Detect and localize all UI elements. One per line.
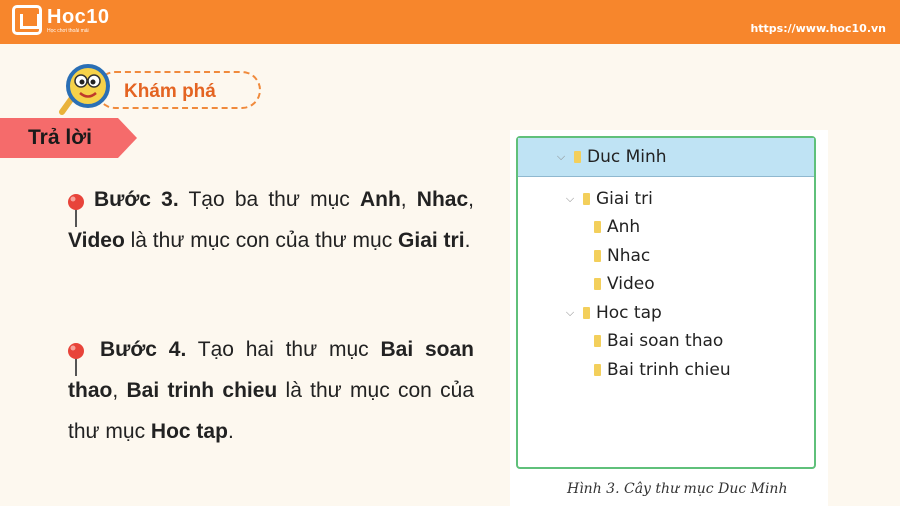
tree-item-anh[interactable]: Anh (594, 217, 640, 237)
folder-icon (574, 151, 581, 163)
explore-tag: Khám phá (58, 62, 263, 115)
chevron-down-icon[interactable]: ⌵ (563, 306, 577, 320)
folder-icon (594, 221, 601, 233)
header-bar: Hoc10 Học chơi thoải mái https://www.hoc… (0, 0, 900, 44)
tree-item-bai-soan-thao[interactable]: Bai soan thao (594, 331, 723, 351)
tree-item-bai-trinh-chieu[interactable]: Bai trinh chieu (594, 360, 731, 380)
tree-label: Giai tri (596, 189, 653, 209)
tree-item-duc-minh[interactable]: ⌵ Duc Minh (554, 147, 667, 167)
folder-icon (594, 278, 601, 290)
figure-caption: Hình 3. Cây thư mục Duc Minh (567, 481, 788, 497)
folder-icon (583, 193, 590, 205)
tree-label: Bai trinh chieu (607, 360, 731, 380)
step-4-lead: Bước 4. (100, 338, 187, 361)
tree-label: Bai soan thao (607, 331, 724, 351)
tree-label: Anh (607, 217, 641, 237)
magnifier-mascot-icon (59, 64, 110, 115)
folder-icon (594, 364, 601, 376)
logo-title: Hoc10 (47, 5, 110, 28)
tree-label: Video (607, 274, 655, 294)
tree-item-video[interactable]: Video (594, 274, 655, 294)
tree-label: Duc Minh (587, 147, 667, 167)
folder-icon (594, 250, 601, 262)
hoc10-logo[interactable]: Hoc10 Học chơi thoải mái (12, 5, 110, 35)
answer-ribbon: Trả lời (0, 118, 137, 158)
step-4-paragraph: Bước 4. Tạo hai thư mục Bai soan thao, B… (68, 338, 474, 443)
book-screen-icon (12, 5, 42, 35)
tree-label: Nhac (607, 246, 651, 266)
folder-tree-panel: ⌵ Duc Minh ⌵ Giai tri Anh Nhac Video ⌵ H… (516, 136, 816, 469)
folder-icon (583, 307, 590, 319)
tree-item-nhac[interactable]: Nhac (594, 246, 650, 266)
step-3-paragraph: Bước 3. Tạo ba thư mục Anh, Nhac, Video … (68, 188, 474, 252)
step-3-lead: Bước 3. (94, 188, 179, 211)
logo-subtitle: Học chơi thoải mái (47, 27, 89, 34)
answer-label: Trả lời (28, 126, 92, 149)
tree-item-hoc-tap[interactable]: ⌵ Hoc tap (563, 303, 662, 323)
chevron-down-icon[interactable]: ⌵ (563, 192, 577, 206)
tree-label: Hoc tap (596, 303, 662, 323)
folder-icon (594, 335, 601, 347)
tree-item-giai-tri[interactable]: ⌵ Giai tri (563, 189, 653, 209)
chevron-down-icon[interactable]: ⌵ (554, 150, 568, 164)
site-url[interactable]: https://www.hoc10.vn (750, 22, 886, 35)
explore-label: Khám phá (124, 81, 216, 102)
